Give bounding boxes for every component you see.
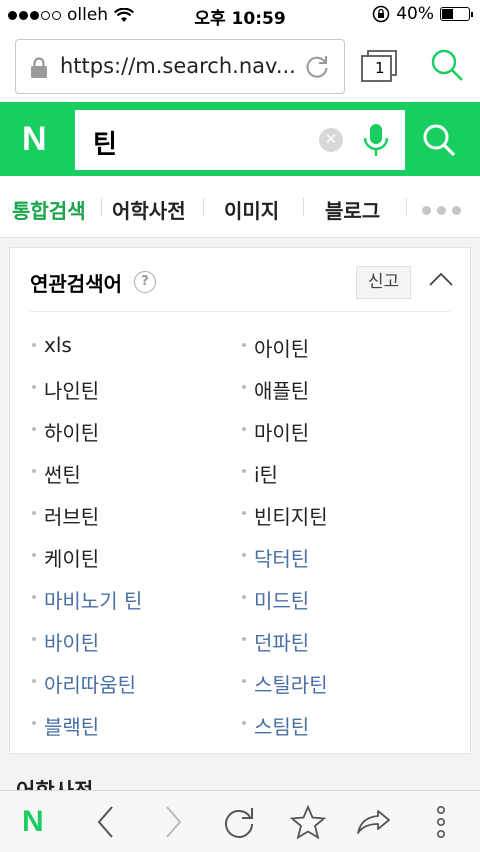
forward-icon[interactable] xyxy=(163,805,183,839)
divider xyxy=(30,311,450,312)
search-icon[interactable] xyxy=(430,48,464,82)
orientation-lock-icon xyxy=(372,5,390,23)
related-searches-card: 연관검색어 ? 신고 xls 나인틴 하이틴 썬틴 러브틴 케이틴 마비노기 틴… xyxy=(9,247,471,754)
more-menu-icon[interactable] xyxy=(435,805,447,839)
related-keyword[interactable]: i틴 xyxy=(242,459,278,488)
related-keyword[interactable]: 스팀틴 xyxy=(242,711,309,740)
tab-divider xyxy=(101,198,102,216)
browser-address-row: https://m.search.nav... 1 xyxy=(0,30,480,102)
related-keyword[interactable]: xls xyxy=(32,333,72,357)
battery-icon xyxy=(440,7,473,21)
related-keyword[interactable]: 아이틴 xyxy=(242,333,309,362)
related-keyword[interactable]: 마비노기 틴 xyxy=(32,585,142,614)
related-keyword[interactable]: 케이틴 xyxy=(32,543,99,572)
related-keyword[interactable]: 썬틴 xyxy=(32,459,81,488)
tab-divider xyxy=(303,198,304,216)
status-right: 40% xyxy=(372,4,473,24)
bookmark-star-icon[interactable] xyxy=(290,805,326,839)
search-button[interactable] xyxy=(405,110,472,170)
related-keyword[interactable]: 닥터틴 xyxy=(242,543,309,572)
clear-icon[interactable]: ✕ xyxy=(319,128,343,152)
status-bar: olleh 오후 10:59 40% xyxy=(0,0,480,30)
related-keyword[interactable]: 블랙틴 xyxy=(32,711,99,740)
tab-blog[interactable]: 블로그 xyxy=(325,195,380,224)
related-keyword[interactable]: 바이틴 xyxy=(32,627,99,656)
lock-icon xyxy=(31,57,47,78)
share-icon[interactable] xyxy=(356,805,392,839)
category-tabs: 통합검색 어학사전 이미지 블로그 xyxy=(0,176,480,238)
related-keyword[interactable]: 나인틴 xyxy=(32,375,99,404)
search-query: 틴 xyxy=(93,130,117,160)
related-searches-title: 연관검색어 xyxy=(30,272,122,296)
related-keyword[interactable]: 애플틴 xyxy=(242,375,309,404)
tab-integrated-search[interactable]: 통합검색 xyxy=(12,195,86,224)
browser-toolbar: N xyxy=(0,790,480,852)
search-input[interactable]: 틴 ✕ xyxy=(75,110,405,170)
more-tabs-icon[interactable] xyxy=(422,206,461,215)
tab-dictionary[interactable]: 어학사전 xyxy=(112,195,186,224)
tab-count: 1 xyxy=(375,59,385,77)
tab-divider xyxy=(203,198,204,216)
back-icon[interactable] xyxy=(96,805,116,839)
url-field[interactable]: https://m.search.nav... xyxy=(15,39,345,94)
tab-images[interactable]: 이미지 xyxy=(224,195,279,224)
url-text: https://m.search.nav... xyxy=(60,54,296,78)
dictionary-section: 어학사전 xyxy=(0,755,480,795)
battery-percent: 40% xyxy=(396,4,434,24)
naver-home-button[interactable]: N xyxy=(22,805,44,839)
microphone-icon[interactable] xyxy=(361,122,391,162)
related-keyword[interactable]: 하이틴 xyxy=(32,417,99,446)
tab-divider xyxy=(406,198,407,216)
naver-logo[interactable]: N xyxy=(22,122,47,156)
related-keyword[interactable]: 빈티지틴 xyxy=(242,501,328,530)
report-button[interactable]: 신고 xyxy=(356,266,411,299)
related-keyword[interactable]: 던파틴 xyxy=(242,627,309,656)
reload-icon[interactable] xyxy=(304,53,330,79)
help-icon[interactable]: ? xyxy=(134,271,156,293)
related-keyword[interactable]: 러브틴 xyxy=(32,501,99,530)
refresh-icon[interactable] xyxy=(222,805,256,839)
related-keyword[interactable]: 마이틴 xyxy=(242,417,309,446)
naver-search-bar: N 틴 ✕ xyxy=(0,102,480,176)
chevron-up-icon[interactable] xyxy=(428,271,454,287)
related-keyword[interactable]: 미드틴 xyxy=(242,585,309,614)
related-keyword[interactable]: 아리따움틴 xyxy=(32,669,136,698)
tabs-button[interactable]: 1 xyxy=(361,50,397,86)
related-keyword[interactable]: 스틸라틴 xyxy=(242,669,328,698)
search-icon xyxy=(423,124,455,157)
